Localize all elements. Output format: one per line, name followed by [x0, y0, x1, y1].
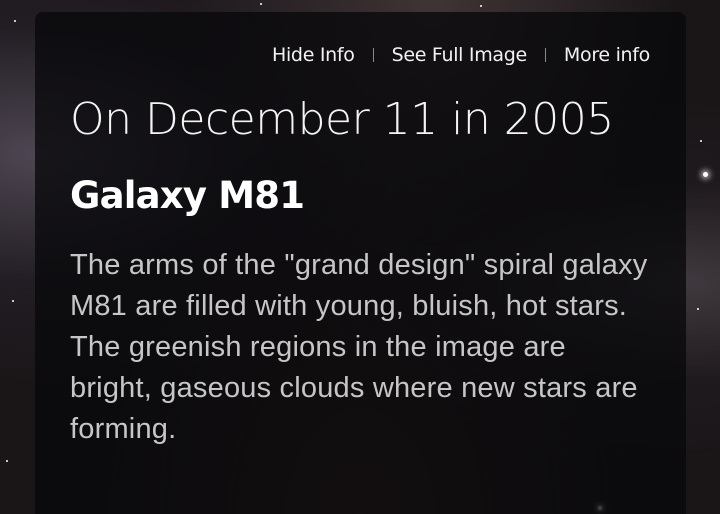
star: [14, 20, 16, 22]
star: [260, 3, 262, 5]
star: [703, 172, 708, 177]
more-info-link[interactable]: More info: [564, 44, 650, 66]
date-heading: On December 11 in 2005: [70, 94, 614, 145]
nav-divider: [372, 48, 374, 62]
star: [697, 308, 699, 310]
see-full-image-link[interactable]: See Full Image: [392, 44, 528, 66]
hide-info-link[interactable]: Hide Info: [272, 44, 355, 66]
image-description: The arms of the "grand design" spiral ga…: [70, 249, 648, 445]
nav-divider: [544, 48, 546, 62]
image-title: Galaxy M81: [70, 174, 305, 217]
star: [480, 5, 482, 7]
info-nav: Hide Info See Full Image More info: [272, 44, 650, 66]
star: [6, 460, 8, 462]
star: [12, 300, 14, 302]
star: [700, 140, 702, 142]
